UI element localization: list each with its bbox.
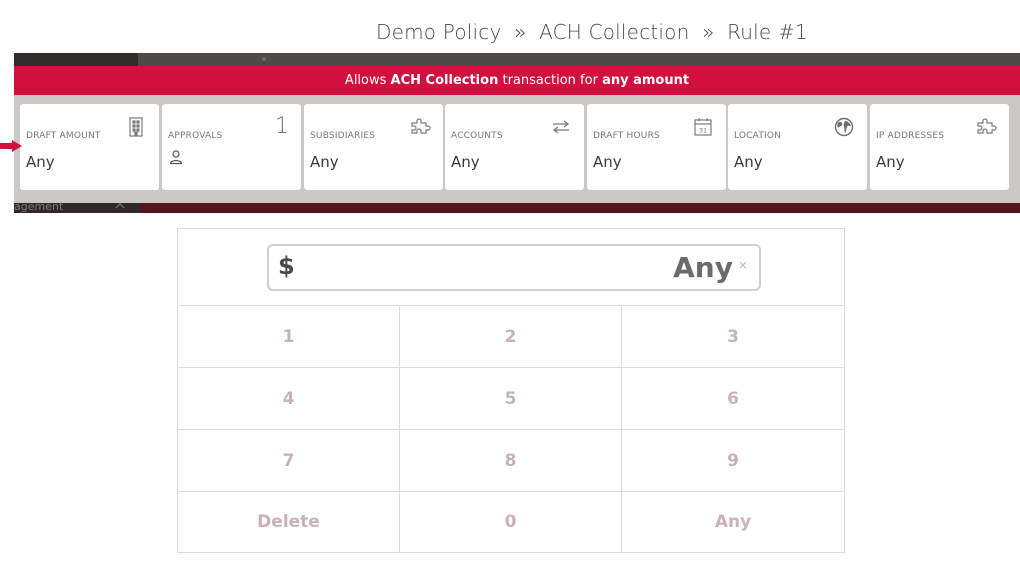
key-3[interactable]: 3	[622, 306, 844, 368]
key-1[interactable]: 1	[178, 306, 400, 368]
card-label: ACCOUNTS	[451, 131, 503, 141]
delete-button[interactable]: Delete	[178, 492, 400, 552]
key-7[interactable]: 7	[178, 430, 400, 492]
key-2[interactable]: 2	[400, 306, 622, 368]
card-draft-hours[interactable]: 31 DRAFT HOURS Any	[587, 104, 726, 190]
person-icon	[168, 149, 184, 165]
card-accounts[interactable]: ACCOUNTS Any	[445, 104, 584, 190]
background-nav-strip: agement	[14, 200, 1020, 213]
card-label: APPROVALS	[168, 131, 223, 141]
banner-middle: transaction for	[502, 73, 598, 88]
amount-input[interactable]: $ Any ×	[267, 244, 761, 291]
card-draft-amount[interactable]: DRAFT AMOUNT Any	[20, 104, 159, 190]
rule-summary-banner: Allows ACH Collection transaction for an…	[14, 66, 1020, 95]
card-ip-addresses[interactable]: IP ADDRESSES Any	[870, 104, 1009, 190]
card-value: Any	[734, 153, 763, 171]
card-value: Any	[26, 153, 55, 171]
building-icon	[125, 117, 147, 137]
amount-value: Any	[673, 251, 733, 284]
breadcrumb-rule: Rule #1	[727, 20, 808, 44]
key-6[interactable]: 6	[622, 368, 844, 430]
key-0[interactable]: 0	[400, 492, 622, 552]
clear-icon[interactable]: ×	[738, 258, 748, 272]
background-nav-label: agement	[14, 200, 64, 213]
card-location[interactable]: LOCATION Any	[728, 104, 867, 190]
card-value: Any	[451, 153, 480, 171]
key-5[interactable]: 5	[400, 368, 622, 430]
card-label: LOCATION	[734, 131, 782, 141]
banner-amount: any amount	[602, 73, 690, 88]
breadcrumb-separator: »	[702, 20, 715, 44]
card-subsidiaries[interactable]: SUBSIDIARIES Any	[304, 104, 443, 190]
puzzle-icon	[975, 117, 997, 137]
banner-prefix: Allows	[344, 73, 387, 88]
breadcrumb: Demo Policy » ACH Collection » Rule #1	[376, 20, 808, 44]
breadcrumb-transaction[interactable]: ACH Collection	[539, 20, 689, 44]
currency-symbol: $	[278, 252, 295, 280]
transfer-arrows-icon	[550, 117, 572, 137]
amount-keypad: $ Any × 1 2 3 4 5 6 7 8 9 Delete 0 Any	[177, 228, 845, 553]
puzzle-icon	[409, 117, 431, 137]
card-label: DRAFT AMOUNT	[26, 131, 101, 141]
rule-condition-cards: DRAFT AMOUNT Any 1 APPROVALS SUBSIDIARIE…	[14, 95, 1020, 203]
breadcrumb-policy[interactable]: Demo Policy	[376, 20, 502, 44]
card-label: DRAFT HOURS	[593, 131, 660, 141]
card-value: Any	[310, 153, 339, 171]
globe-icon	[833, 117, 855, 137]
calendar-icon: 31	[692, 117, 714, 137]
card-approvals[interactable]: 1 APPROVALS	[162, 104, 301, 190]
pointer-arrow-icon	[0, 140, 22, 152]
key-4[interactable]: 4	[178, 368, 400, 430]
card-label: SUBSIDIARIES	[310, 131, 376, 141]
chevron-up-icon	[115, 203, 125, 209]
card-value: Any	[876, 153, 905, 171]
calendar-day-text: 31	[699, 127, 707, 135]
amount-display-row: $ Any ×	[178, 229, 844, 306]
card-value: Any	[593, 153, 622, 171]
background-header-dot	[262, 57, 266, 61]
key-8[interactable]: 8	[400, 430, 622, 492]
key-9[interactable]: 9	[622, 430, 844, 492]
background-header-segment	[14, 53, 138, 66]
breadcrumb-separator: »	[514, 20, 527, 44]
card-label: IP ADDRESSES	[876, 131, 945, 141]
background-header-bar	[14, 53, 1020, 66]
approvals-count: 1	[275, 114, 289, 139]
banner-transaction: ACH Collection	[390, 73, 499, 88]
any-amount-button[interactable]: Any	[622, 492, 844, 552]
keypad-keys: 1 2 3 4 5 6 7 8 9 Delete 0 Any	[178, 306, 844, 552]
